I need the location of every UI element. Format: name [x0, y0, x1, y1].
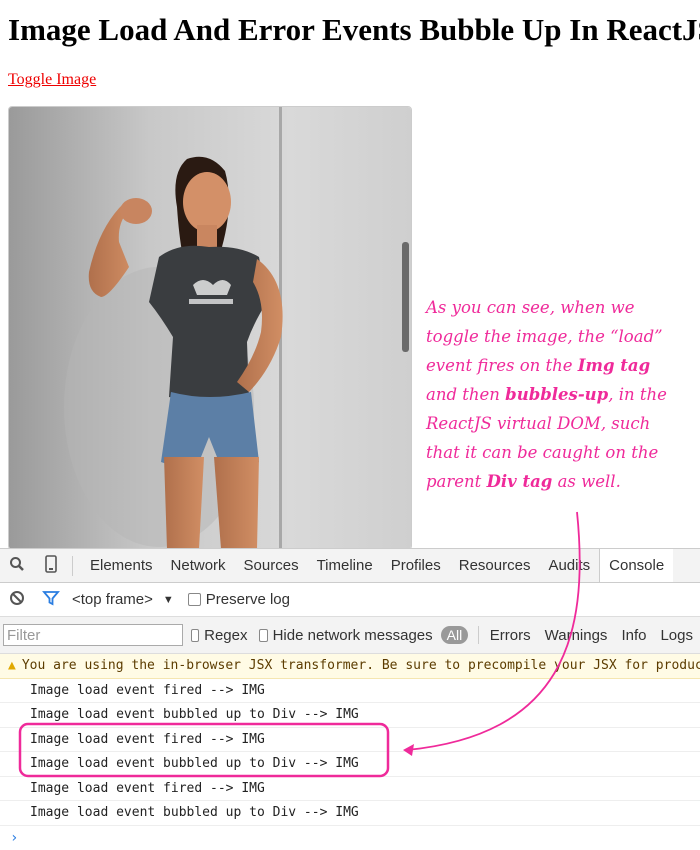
level-info[interactable]: Info [614, 627, 653, 644]
preserve-log-label: Preserve log [205, 591, 290, 608]
tab-network[interactable]: Network [162, 557, 235, 574]
toggle-image-link[interactable]: Toggle Image [8, 71, 96, 89]
tab-timeline[interactable]: Timeline [308, 557, 382, 574]
annotation-note: As you can see, when we toggle the image… [426, 293, 694, 496]
note-line: event fires on the Img tag [426, 356, 651, 375]
devtools-panel: Elements Network Sources Timeline Profil… [0, 548, 700, 848]
console-line: Image load event fired --> IMG [0, 728, 700, 752]
woman-photo-illustration [9, 107, 411, 549]
level-all[interactable]: All [440, 626, 469, 644]
tab-audits[interactable]: Audits [539, 557, 599, 574]
level-errors[interactable]: Errors [483, 627, 538, 644]
photo [8, 106, 412, 550]
filter-icon[interactable] [34, 589, 68, 611]
preserve-log-checkbox[interactable] [187, 593, 201, 606]
tab-console[interactable]: Console [599, 549, 674, 582]
console-filter-bar: Regex Hide network messages All Errors W… [0, 617, 700, 654]
console-line: Image load event fired --> IMG [0, 777, 700, 801]
hide-network-label: Hide network messages [272, 626, 433, 644]
tab-profiles[interactable]: Profiles [382, 557, 450, 574]
regex-checkbox[interactable] [191, 628, 200, 642]
clear-console-icon[interactable] [0, 590, 34, 610]
search-icon[interactable] [0, 556, 34, 576]
frame-select[interactable]: <top frame> [72, 591, 153, 608]
device-mode-icon[interactable] [34, 554, 68, 577]
warning-text: You are using the in-browser JSX transfo… [21, 658, 700, 673]
console-line: Image load event bubbled up to Div --> I… [0, 703, 700, 728]
prompt-icon[interactable]: › [0, 826, 700, 850]
devtools-tab-bar: Elements Network Sources Timeline Profil… [0, 549, 700, 583]
tab-resources[interactable]: Resources [450, 557, 540, 574]
page-title: Image Load And Error Events Bubble Up In… [8, 12, 700, 47]
regex-label: Regex [204, 626, 248, 644]
tab-elements[interactable]: Elements [81, 557, 162, 574]
console-toolbar: <top frame> ▼ Preserve log [0, 583, 700, 617]
level-warnings[interactable]: Warnings [538, 627, 615, 644]
divider [478, 626, 479, 644]
console-warning: ▲ You are using the in-browser JSX transf… [0, 654, 700, 679]
note-line: and then bubbles-up, in the [426, 385, 667, 404]
note-line: ReactJS virtual DOM, such [426, 414, 651, 433]
console-line: Image load event bubbled up to Div --> I… [0, 752, 700, 777]
warning-icon: ▲ [8, 658, 16, 673]
note-line: that it can be caught on the [426, 443, 659, 462]
note-line: As you can see, when we [426, 298, 635, 317]
level-logs[interactable]: Logs [653, 627, 700, 644]
hide-network-checkbox[interactable] [259, 628, 268, 642]
divider [72, 555, 73, 576]
chevron-down-icon[interactable]: ▼ [163, 594, 174, 606]
note-line: parent Div tag as well. [426, 472, 621, 491]
console-output: ▲ You are using the in-browser JSX transf… [0, 654, 700, 850]
console-line: Image load event bubbled up to Div --> I… [0, 801, 700, 826]
console-line: Image load event fired --> IMG [0, 679, 700, 703]
filter-input[interactable] [3, 624, 183, 646]
note-line: toggle the image, the “load” [426, 327, 663, 346]
tab-sources[interactable]: Sources [235, 557, 308, 574]
